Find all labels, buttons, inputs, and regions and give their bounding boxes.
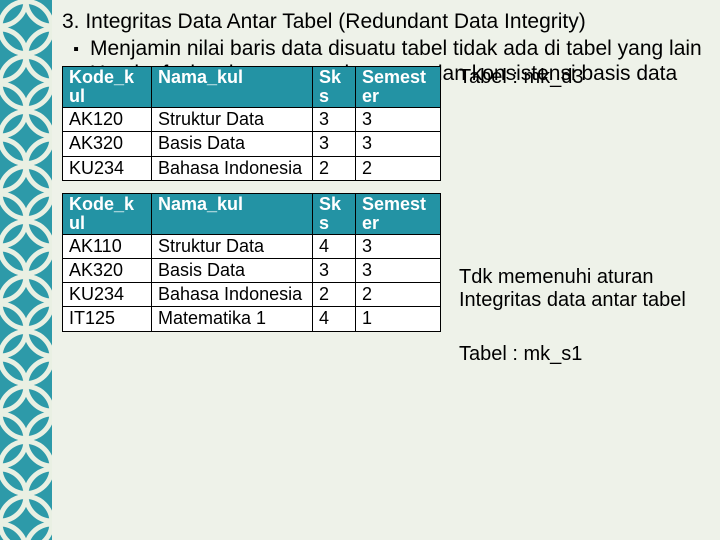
- cell: 1: [356, 307, 441, 331]
- cell: AK110: [63, 234, 152, 258]
- col-header-sks: Sks: [313, 193, 356, 234]
- table-row: AK320 Basis Data 3 3: [63, 132, 441, 156]
- cell: 2: [313, 283, 356, 307]
- cell: 2: [356, 283, 441, 307]
- cell: Matematika 1: [152, 307, 313, 331]
- bullet-square-icon: ▪: [62, 37, 90, 60]
- caption-table1: Tabel : mk_d3: [459, 66, 710, 90]
- cell: AK120: [63, 108, 152, 132]
- col-header-semester: Semester: [356, 67, 441, 108]
- cell: 3: [356, 258, 441, 282]
- table-mk-d3: Kode_kul Nama_kul Sks Semester AK120 Str…: [62, 66, 441, 180]
- cell: 3: [313, 258, 356, 282]
- table-row: AK110 Struktur Data 4 3: [63, 234, 441, 258]
- cell: 4: [313, 307, 356, 331]
- cell: 4: [313, 234, 356, 258]
- bullet-text: Menjamin nilai baris data disuatu tabel …: [90, 37, 710, 62]
- section-heading: 3. Integritas Data Antar Tabel (Redundan…: [62, 10, 710, 35]
- cell: 2: [356, 156, 441, 180]
- cell: 3: [313, 132, 356, 156]
- cell: Bahasa Indonesia: [152, 283, 313, 307]
- caption-violation: Tdk memenuhi aturan Integritas data anta…: [459, 266, 710, 313]
- col-header-kode: Kode_kul: [63, 67, 152, 108]
- cell: KU234: [63, 156, 152, 180]
- table-mk-s1: Kode_kul Nama_kul Sks Semester AK110 Str…: [62, 193, 441, 332]
- col-header-nama: Nama_kul: [152, 67, 313, 108]
- table-row: KU234 Bahasa Indonesia 2 2: [63, 156, 441, 180]
- table-row: KU234 Bahasa Indonesia 2 2: [63, 283, 441, 307]
- cell: Basis Data: [152, 258, 313, 282]
- table-row: AK320 Basis Data 3 3: [63, 258, 441, 282]
- cell: Struktur Data: [152, 108, 313, 132]
- table-row: IT125 Matematika 1 4 1: [63, 307, 441, 331]
- col-header-sks: Sks: [313, 67, 356, 108]
- cell: 2: [313, 156, 356, 180]
- col-header-kode: Kode_kul: [63, 193, 152, 234]
- cell: AK320: [63, 258, 152, 282]
- cell: Struktur Data: [152, 234, 313, 258]
- cell: 3: [356, 108, 441, 132]
- cell: IT125: [63, 307, 152, 331]
- col-header-semester: Semester: [356, 193, 441, 234]
- table-row: AK120 Struktur Data 3 3: [63, 108, 441, 132]
- cell: KU234: [63, 283, 152, 307]
- col-header-nama: Nama_kul: [152, 193, 313, 234]
- cell: AK320: [63, 132, 152, 156]
- cell: 3: [313, 108, 356, 132]
- ornament-strip: [0, 0, 52, 540]
- cell: 3: [356, 234, 441, 258]
- caption-table2: Tabel : mk_s1: [459, 343, 710, 367]
- cell: 3: [356, 132, 441, 156]
- bullet-item: ▪ Menjamin nilai baris data disuatu tabe…: [62, 37, 710, 62]
- cell: Bahasa Indonesia: [152, 156, 313, 180]
- cell: Basis Data: [152, 132, 313, 156]
